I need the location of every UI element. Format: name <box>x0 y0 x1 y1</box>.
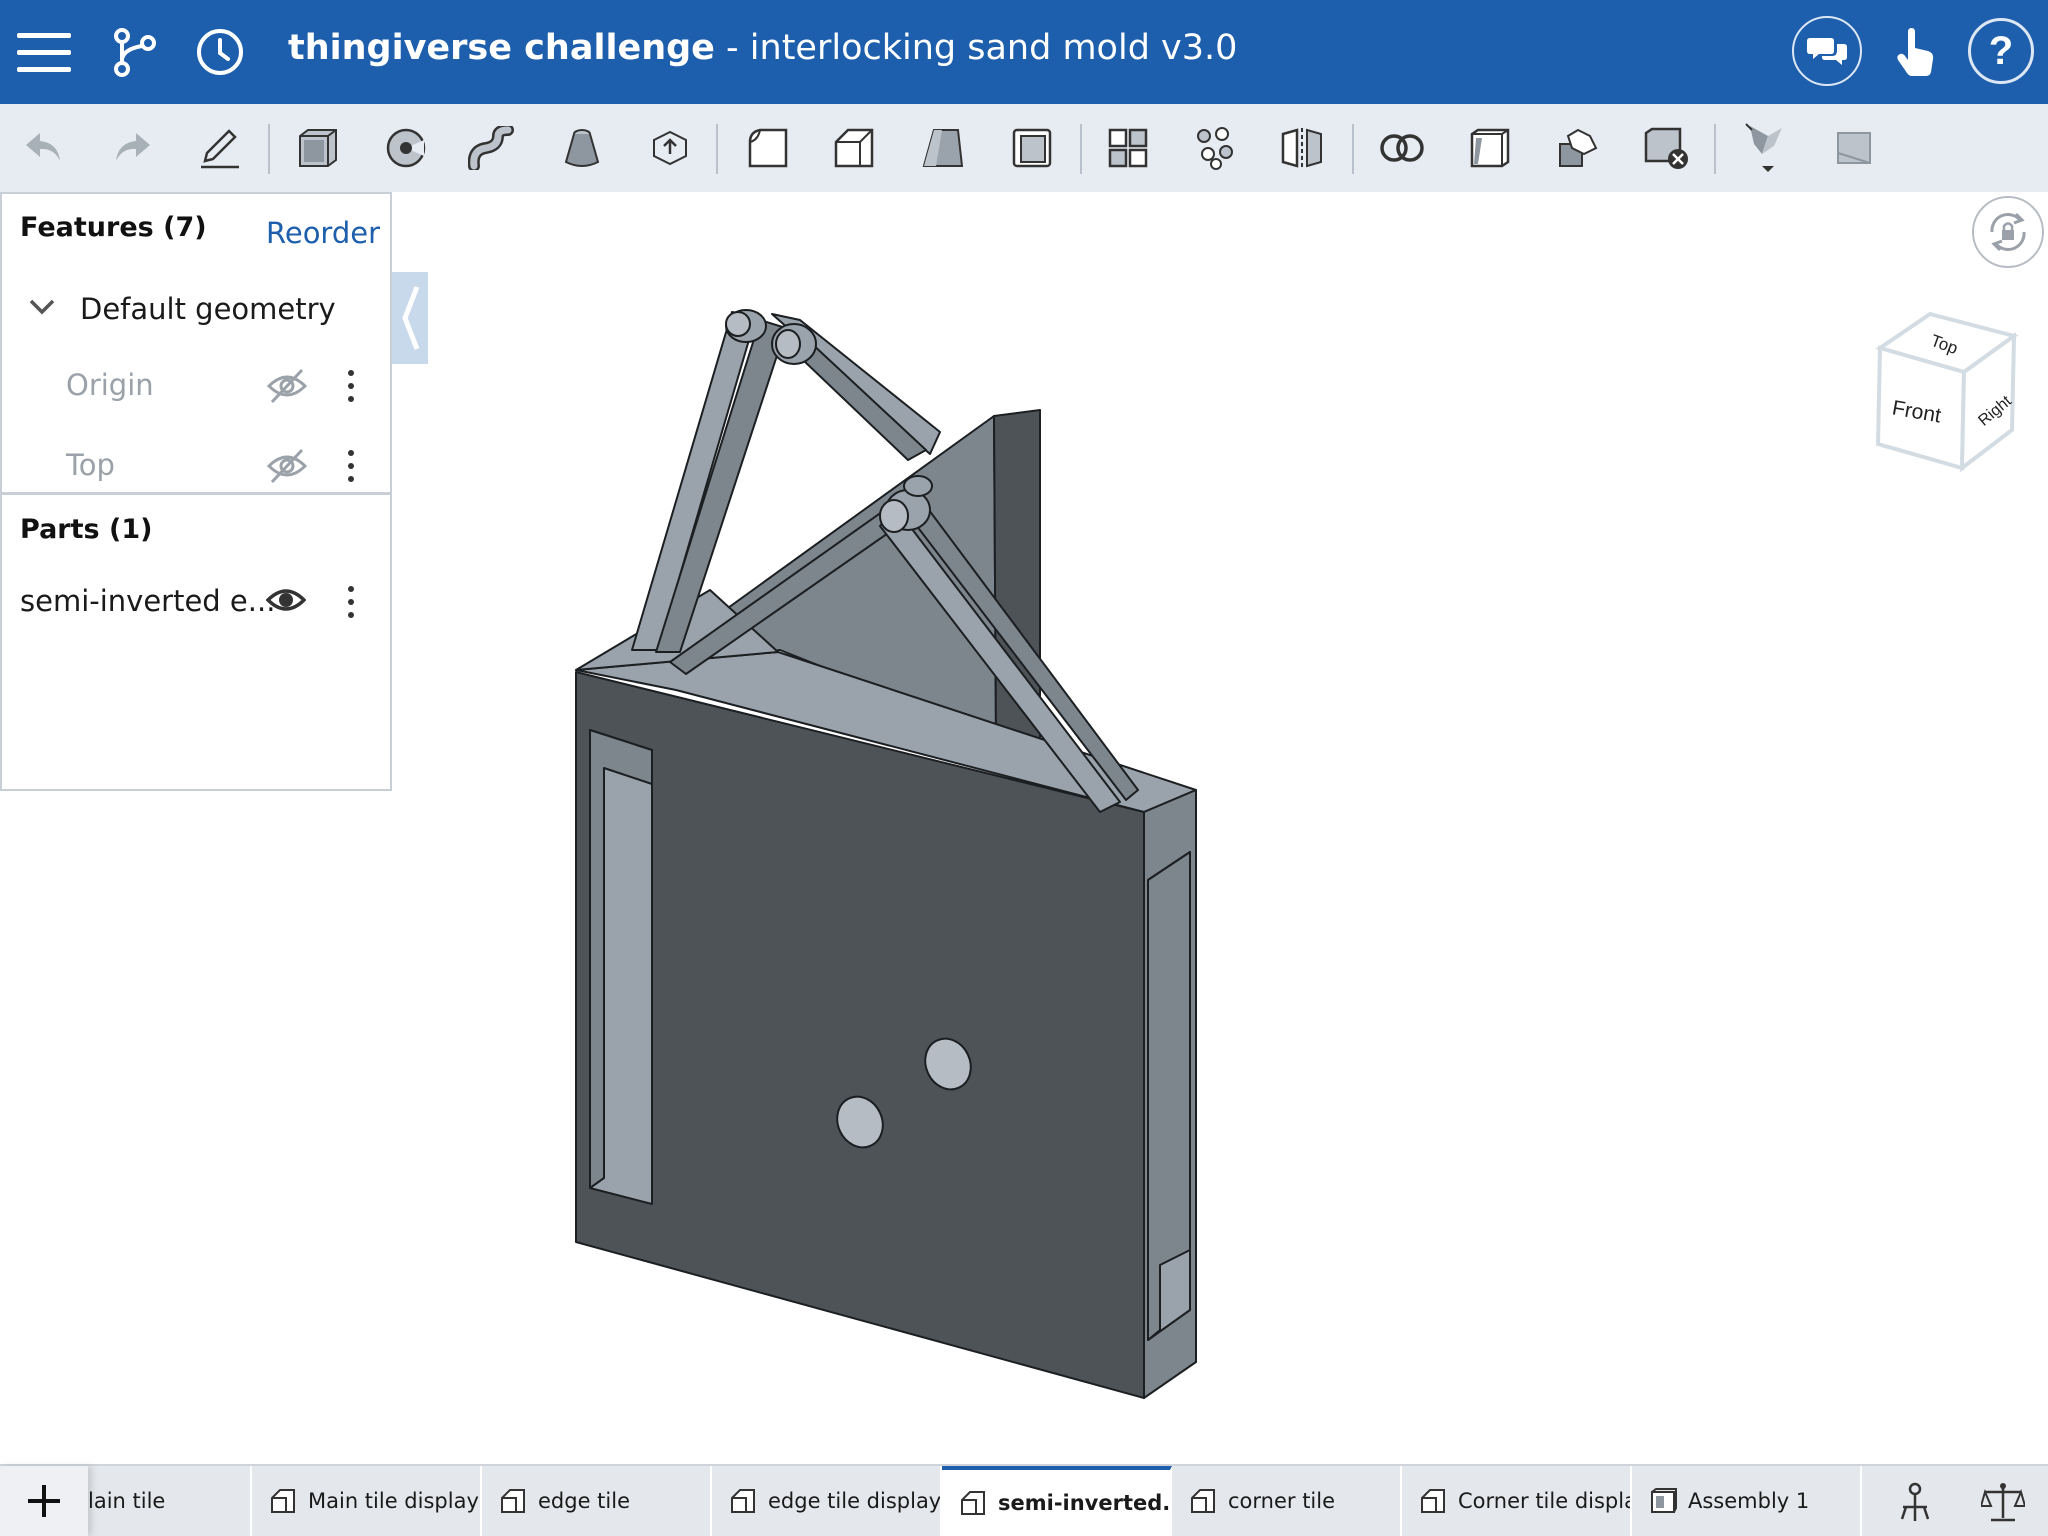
menu-icon[interactable] <box>12 20 76 84</box>
touch-mode-hand-icon[interactable] <box>1884 20 1948 84</box>
extrude-icon[interactable] <box>288 118 348 178</box>
part-studio-icon <box>1191 1489 1215 1513</box>
shell-icon[interactable] <box>1002 118 1062 178</box>
version-graph-icon[interactable] <box>102 20 166 84</box>
loft-icon[interactable] <box>552 118 612 178</box>
part-studio-icon <box>501 1489 525 1513</box>
tab-semi-inverted[interactable]: semi-inverted... <box>942 1466 1172 1536</box>
feature-menu-icon[interactable] <box>341 446 361 486</box>
part-studio-icon <box>961 1491 985 1515</box>
feature-menu-icon[interactable] <box>341 366 361 406</box>
part-studio-icon <box>1421 1489 1445 1513</box>
mass-properties-scale-icon[interactable] <box>1976 1476 2030 1530</box>
tab-label: edge tile display <box>768 1489 942 1513</box>
part-studio-icon <box>271 1489 295 1513</box>
assembly-icon <box>1651 1488 1677 1513</box>
tab-assembly-1[interactable]: Assembly 1 <box>1632 1466 1862 1536</box>
tab-label: edge tile <box>538 1489 630 1513</box>
model-viewport[interactable] <box>560 290 1220 1410</box>
tab-corner-tile-display[interactable]: Corner tile display <box>1402 1466 1632 1536</box>
eye-icon[interactable] <box>266 584 306 616</box>
tab-label: Corner tile display <box>1458 1489 1632 1513</box>
split-icon[interactable] <box>1460 118 1520 178</box>
part-menu-icon[interactable] <box>341 582 361 622</box>
part-studio-icon <box>731 1489 755 1513</box>
project-name: thingiverse challenge <box>288 28 715 68</box>
undo-icon[interactable] <box>14 118 74 178</box>
comments-button[interactable] <box>1792 16 1862 86</box>
plus-icon <box>28 1485 60 1517</box>
chevron-left-icon <box>402 286 420 350</box>
eye-hidden-icon[interactable] <box>266 366 308 406</box>
sketch-pencil-icon[interactable] <box>190 118 250 178</box>
revolve-icon[interactable] <box>376 118 436 178</box>
document-version-name: interlocking sand mold v3.0 <box>749 28 1238 68</box>
app-header: thingiverse challenge - interlocking san… <box>0 0 2048 104</box>
eye-hidden-icon[interactable] <box>266 446 308 486</box>
mate-connector-icon[interactable] <box>1888 1476 1942 1530</box>
sweep-icon[interactable] <box>462 118 522 178</box>
parts-header: Parts (1) <box>20 514 153 545</box>
pattern-icon[interactable] <box>1098 118 1158 178</box>
onshape-app: thingiverse challenge - interlocking san… <box>0 0 2048 1536</box>
draft-icon[interactable] <box>914 118 974 178</box>
part-label: semi-inverted e... <box>20 584 276 618</box>
transform-icon[interactable] <box>1548 118 1608 178</box>
tab-corner-tile[interactable]: corner tile <box>1172 1466 1402 1536</box>
add-tab-button[interactable] <box>0 1466 88 1536</box>
feature-label: Top <box>66 448 115 482</box>
feature-label: Origin <box>66 368 154 402</box>
feature-list-panel: Features (7) Reorder Default geometry Or… <box>0 192 392 791</box>
chamfer-icon[interactable] <box>824 118 884 178</box>
orbit-lock-button[interactable] <box>1972 196 2044 268</box>
reorder-link[interactable]: Reorder <box>266 216 380 250</box>
tab-main-tile-display[interactable]: Main tile display <box>252 1466 482 1536</box>
thicken-icon[interactable] <box>640 118 700 178</box>
mirror-icon[interactable] <box>1272 118 1332 178</box>
tab-label: Assembly 1 <box>1688 1489 1810 1513</box>
document-title: thingiverse challenge - interlocking san… <box>288 28 1237 68</box>
history-clock-icon[interactable] <box>188 20 252 84</box>
delete-part-icon[interactable] <box>1636 118 1696 178</box>
tab-edge-tile-display[interactable]: edge tile display <box>712 1466 942 1536</box>
view-cube[interactable]: Top Front Right <box>1864 306 2024 476</box>
circular-pattern-icon[interactable] <box>1186 118 1246 178</box>
default-geometry-label: Default geometry <box>80 292 336 326</box>
tab-label: semi-inverted... <box>998 1491 1172 1515</box>
tab-label: lain tile <box>88 1489 166 1513</box>
boolean-icon[interactable] <box>1372 118 1432 178</box>
collapse-panel-handle[interactable] <box>392 272 428 364</box>
tab-edge-tile[interactable]: edge tile <box>482 1466 712 1536</box>
feature-toolbar <box>0 104 2048 192</box>
tab-label: corner tile <box>1228 1489 1336 1513</box>
fillet-icon[interactable] <box>738 118 798 178</box>
panel-divider <box>2 492 390 495</box>
question-mark-icon: ? <box>1988 28 2014 73</box>
tab-main-tile[interactable]: lain tile <box>76 1466 252 1536</box>
chat-bubbles-icon <box>1807 38 1847 65</box>
redo-icon[interactable] <box>102 118 162 178</box>
title-separator: - <box>714 28 750 68</box>
rotate-lock-icon <box>1990 212 2026 252</box>
help-button[interactable]: ? <box>1968 18 2034 84</box>
part-semi-inverted-edge-tile[interactable] <box>575 309 1197 1399</box>
chevron-down-icon[interactable] <box>28 298 56 316</box>
features-header: Features (7) <box>20 212 207 243</box>
appearance-icon[interactable] <box>1736 118 1796 178</box>
plane-icon[interactable] <box>1824 118 1884 178</box>
tab-label: Main tile display <box>308 1489 479 1513</box>
document-tab-bar: lain tile Main tile display edge tile ed… <box>0 1464 2048 1536</box>
